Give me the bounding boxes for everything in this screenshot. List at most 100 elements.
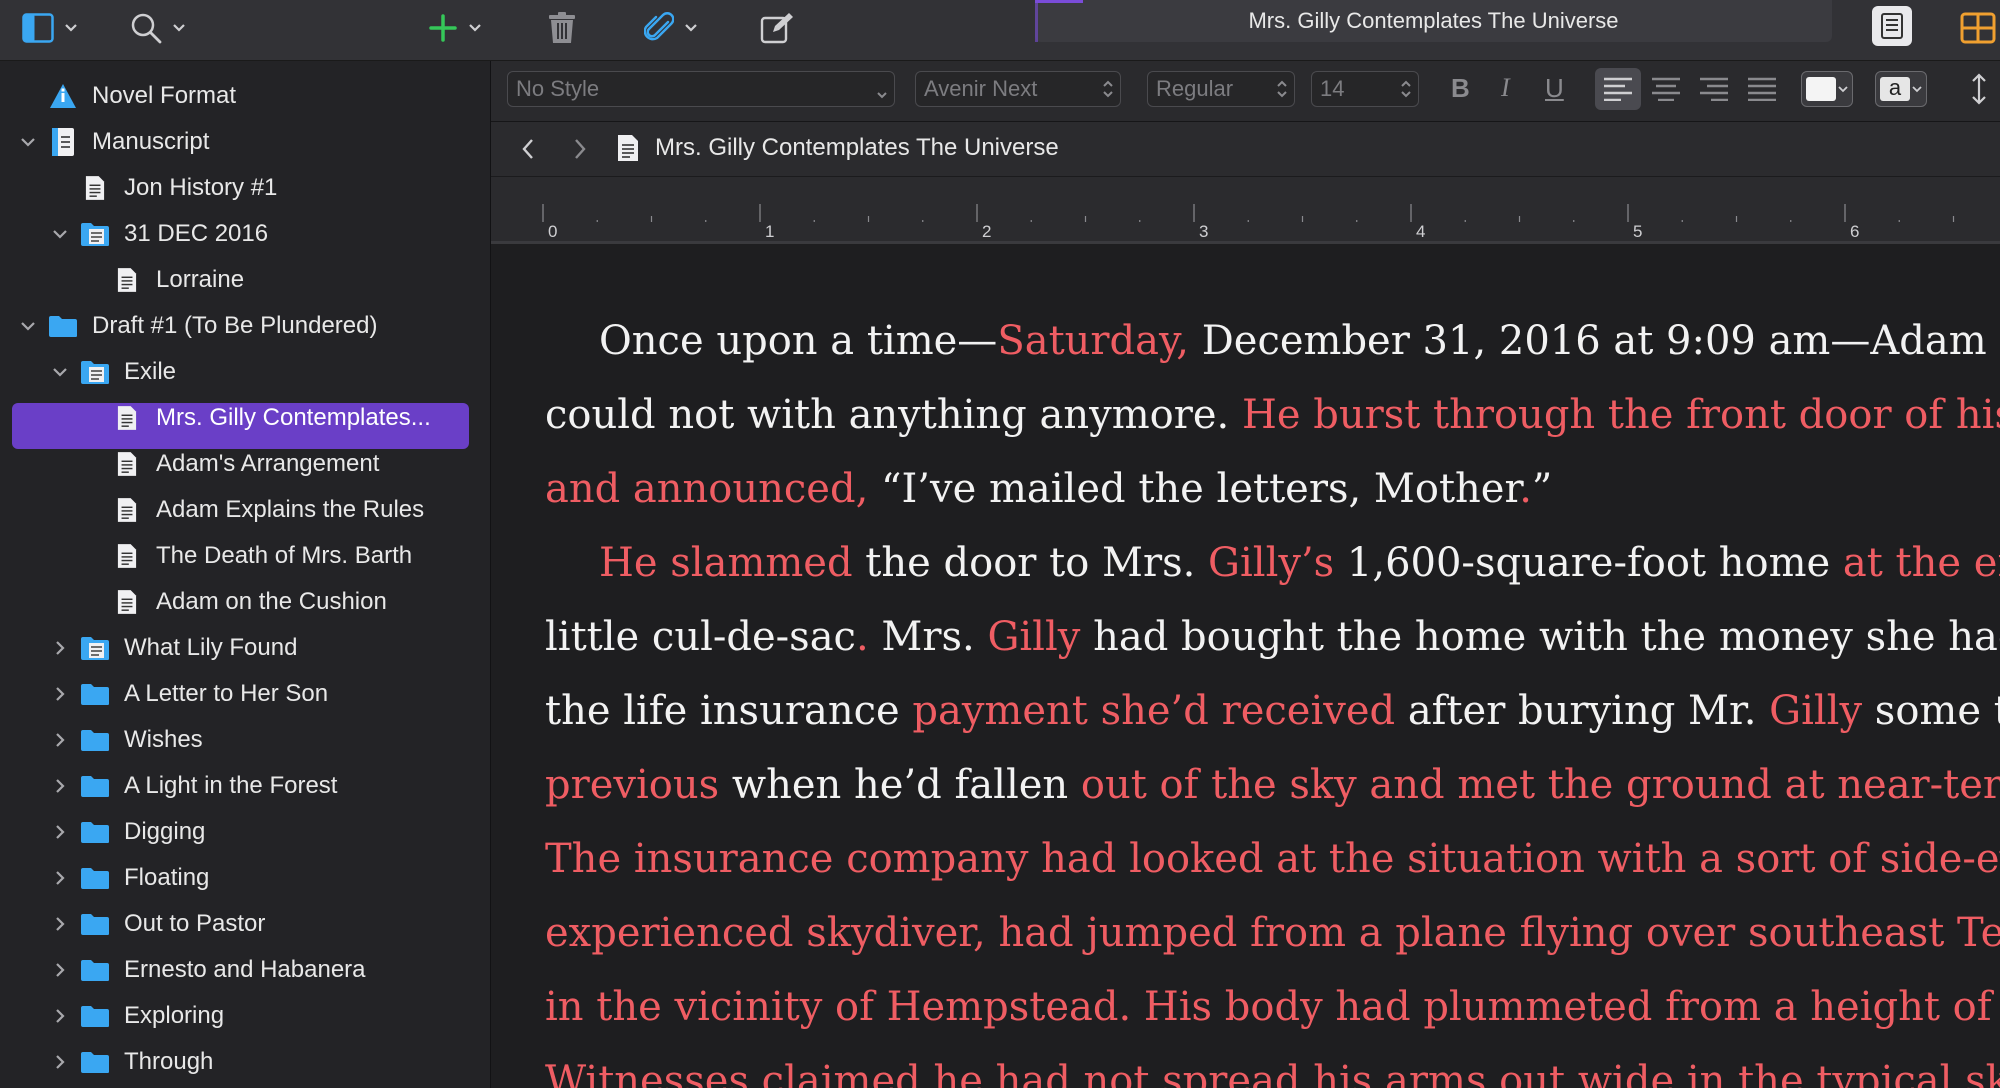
- style-select-value: No Style: [516, 76, 600, 101]
- manuscript-icon: [48, 127, 78, 157]
- add-button[interactable]: [428, 8, 482, 48]
- align-right-icon[interactable]: [1699, 77, 1729, 101]
- chevron-right-icon[interactable]: [50, 914, 70, 934]
- text-line[interactable]: He slammed the door to Mrs. Gilly’s 1,60…: [545, 526, 2000, 600]
- binder-sidebar: Novel Format Manuscript Jon History #1 31 D…: [0, 61, 491, 1088]
- text-line[interactable]: Once upon a time—Saturday, December 31, …: [545, 304, 2000, 378]
- folder-icon: [80, 863, 110, 893]
- attachment-button[interactable]: [644, 8, 698, 48]
- title-accent-edge: [1035, 0, 1038, 42]
- binder-item[interactable]: A Letter to Her Son: [0, 671, 490, 717]
- trash-icon: [549, 12, 575, 43]
- bold-button[interactable]: B: [1451, 73, 1470, 104]
- text-line[interactable]: Witnesses claimed he had not spread his …: [545, 1044, 2000, 1088]
- binder-item[interactable]: Adam Explains the Rules: [0, 487, 490, 533]
- compose-button[interactable]: [760, 8, 794, 48]
- revised-text-span: Witnesses claimed he had not spread his …: [545, 1058, 2000, 1088]
- chevron-down-icon: [65, 24, 77, 32]
- chevron-right-icon[interactable]: [50, 822, 70, 842]
- text-line[interactable]: The insurance company had looked at the …: [545, 822, 2000, 896]
- binder-item[interactable]: Exploring: [0, 993, 490, 1039]
- font-family-select[interactable]: Avenir Next: [915, 71, 1121, 107]
- chevron-down-icon[interactable]: [50, 362, 70, 382]
- binder-item[interactable]: The Death of Mrs. Barth: [0, 533, 490, 579]
- chevron-down-icon[interactable]: [50, 224, 70, 244]
- style-select[interactable]: No Style: [507, 71, 895, 107]
- forward-chevron-icon[interactable]: [573, 138, 587, 160]
- font-size-value: 14: [1320, 76, 1345, 101]
- revised-text-span: .: [855, 614, 869, 660]
- chevron-down-icon[interactable]: [18, 316, 38, 336]
- folder-icon: [80, 679, 110, 709]
- chevron-down-icon[interactable]: [18, 132, 38, 152]
- binder-item-label: Exploring: [124, 1002, 225, 1029]
- document-icon: [112, 587, 142, 617]
- binder-item[interactable]: Novel Format: [0, 73, 490, 119]
- chevron-right-icon[interactable]: [50, 684, 70, 704]
- binder-item[interactable]: Draft #1 (To Be Plundered): [0, 303, 490, 349]
- chevron-right-icon[interactable]: [50, 960, 70, 980]
- binder-item[interactable]: 31 DEC 2016: [0, 211, 490, 257]
- chevron-right-icon[interactable]: [50, 1052, 70, 1072]
- text-line[interactable]: in the vicinity of Hempstead. His body h…: [545, 970, 2000, 1044]
- chevron-right-icon[interactable]: [50, 776, 70, 796]
- revised-text-span: experienced skydiver, had jumped from a …: [545, 910, 2000, 956]
- document-title: Mrs. Gilly Contemplates The Universe: [655, 134, 1059, 161]
- align-left-icon[interactable]: [1603, 77, 1633, 101]
- back-chevron-icon[interactable]: [521, 138, 535, 160]
- binder-item[interactable]: Mrs. Gilly Contemplates...: [0, 395, 490, 441]
- align-center-icon[interactable]: [1651, 77, 1681, 101]
- binder-toggle-button[interactable]: [22, 8, 78, 48]
- chevron-right-icon[interactable]: [50, 730, 70, 750]
- text-line[interactable]: previous when he’d fallen out of the sky…: [545, 748, 2000, 822]
- chevron-right-icon[interactable]: [50, 868, 70, 888]
- binder-item[interactable]: Through: [0, 1039, 490, 1085]
- binder-item[interactable]: Adam on the Cushion: [0, 579, 490, 625]
- binder-item[interactable]: Manuscript: [0, 119, 490, 165]
- binder-item[interactable]: Digging: [0, 809, 490, 855]
- align-justify-icon[interactable]: [1747, 77, 1777, 101]
- chevron-right-icon[interactable]: [50, 1006, 70, 1026]
- editor-text[interactable]: Once upon a time—Saturday, December 31, …: [545, 304, 2000, 1088]
- binder-item[interactable]: Floating: [0, 855, 490, 901]
- binder-item[interactable]: Ernesto and Habanera: [0, 947, 490, 993]
- binder-item[interactable]: Adam's Arrangement: [0, 441, 490, 487]
- text-color-well[interactable]: [1801, 71, 1853, 107]
- font-size-select[interactable]: 14: [1311, 71, 1419, 107]
- folder-document-icon: [80, 219, 110, 249]
- chevron-down-icon: [1838, 86, 1848, 93]
- trash-button[interactable]: [548, 8, 576, 48]
- binder-item[interactable]: Lorraine: [0, 257, 490, 303]
- revised-text-span: in the vicinity of Hempstead. His body h…: [545, 984, 2000, 1030]
- ruler[interactable]: 0 1 2 3 4 5 6: [491, 177, 2000, 244]
- font-weight-select[interactable]: Regular: [1147, 71, 1295, 107]
- inspector-icon: [1881, 13, 1903, 39]
- inspector-button[interactable]: [1872, 6, 1912, 46]
- text-line[interactable]: little cul-de-sac. Mrs. Gilly had bought…: [545, 600, 2000, 674]
- layout-icon: [1960, 12, 1996, 44]
- binder-item[interactable]: Wishes: [0, 717, 490, 763]
- text-line[interactable]: experienced skydiver, had jumped from a …: [545, 896, 2000, 970]
- binder-item-label: Through: [124, 1048, 214, 1075]
- binder-item[interactable]: A Light in the Forest: [0, 763, 490, 809]
- binder-item-label: Adam Explains the Rules: [156, 496, 425, 523]
- binder-item[interactable]: Out to Pastor: [0, 901, 490, 947]
- binder-toggle-icon: [22, 13, 54, 43]
- text-line[interactable]: could not with anything anymore. He burs…: [545, 378, 2000, 452]
- revised-text-span: Gilly: [1769, 688, 1863, 734]
- highlight-color-well[interactable]: a: [1875, 71, 1927, 107]
- editor-pane[interactable]: Once upon a time—Saturday, December 31, …: [491, 244, 2000, 1088]
- binder-item[interactable]: Jon History #1: [0, 165, 490, 211]
- chevron-right-icon[interactable]: [50, 638, 70, 658]
- search-button[interactable]: [130, 8, 186, 48]
- search-icon: [131, 13, 162, 44]
- text-line[interactable]: and announced, “I’ve mailed the letters,…: [545, 452, 2000, 526]
- line-spacing-icon[interactable]: [1969, 73, 1989, 105]
- binder-item[interactable]: What Lily Found: [0, 625, 490, 671]
- underline-button[interactable]: U: [1545, 73, 1564, 104]
- layout-button[interactable]: [1960, 8, 1996, 48]
- binder-item[interactable]: Exile: [0, 349, 490, 395]
- italic-button[interactable]: I: [1501, 73, 1510, 103]
- text-line[interactable]: the life insurance payment she’d receive…: [545, 674, 2000, 748]
- folder-document-icon: [80, 357, 110, 387]
